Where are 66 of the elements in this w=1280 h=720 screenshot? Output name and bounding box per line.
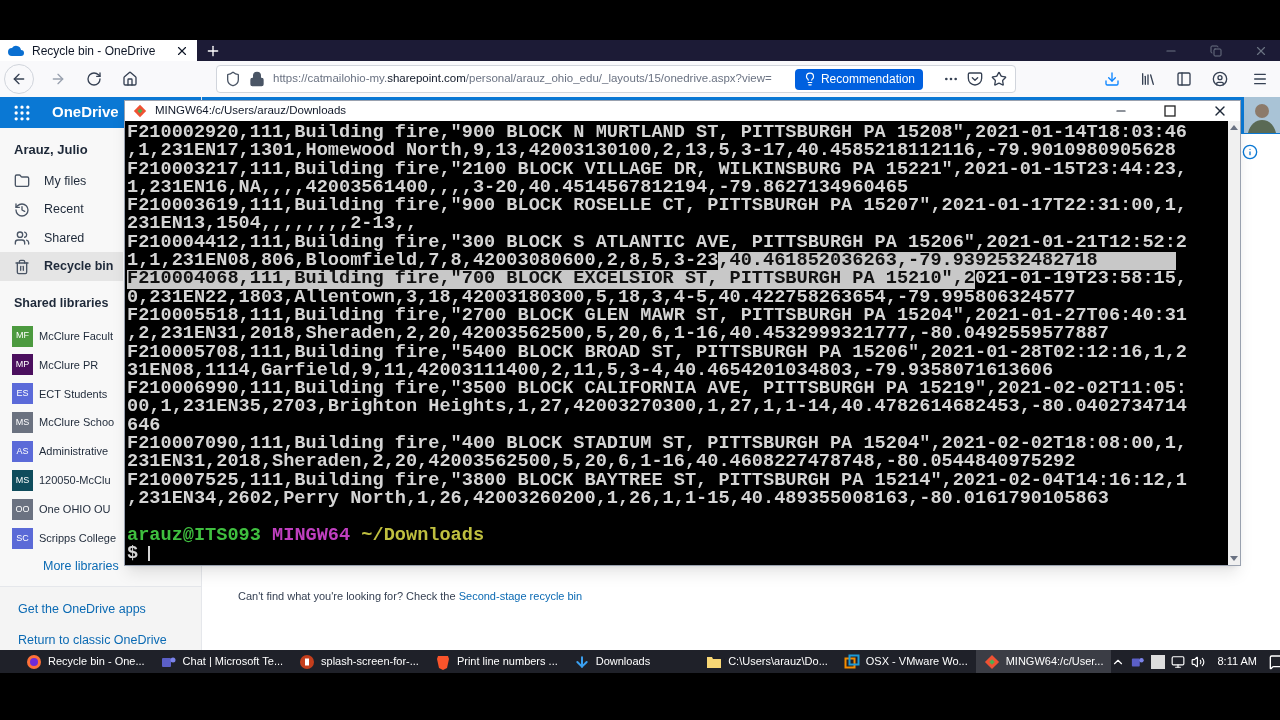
taskbar-button[interactable]: Chat | Microsoft Te... — [152, 650, 292, 673]
terminal-text: 1,1,231EN08,806,Bloomfield,7,8,42003080600,2,8,5,3-23 — [127, 252, 719, 271]
library-badge: MF — [12, 325, 33, 347]
library-badge: MS — [12, 470, 33, 491]
taskbar-button[interactable]: C:\Users\arauz\Do... — [698, 650, 836, 673]
terminal-text: 646 — [127, 416, 161, 436]
terminal-text: 231EN13,1504,,,,,,,,2-13,, — [127, 215, 418, 234]
library-item[interactable]: MP McClure PR — [0, 350, 99, 380]
classic-link[interactable]: Return to classic OneDrive — [18, 631, 183, 650]
terminal-text: F210007090,111,Building fire,"400 BLOCK STADIUM ST, PITTSBURGH PA 15204",2021-02-02T18:08:00,1, — [127, 435, 1188, 454]
terminal-text: 021-01-19T23:58:15, — [975, 270, 1188, 289]
library-badge: AS — [12, 441, 33, 463]
terminal-text: F210004412,111,Building fire,"300 BLOCK S ATLANTIC AVE, PITTSBURGH PA 15206",2021-01-21T12:52:2 — [127, 233, 1188, 253]
library-item[interactable]: ES ECT Students — [0, 379, 108, 409]
nav-item[interactable]: Shared — [0, 223, 123, 253]
taskbar-button[interactable]: Recycle bin - One... — [18, 650, 153, 673]
taskbar-button[interactable]: OSX - VMware Wo... — [835, 650, 976, 673]
empty-message: Can't find what you're looking for? Check the Second-stage recycle bin — [237, 588, 584, 604]
terminal-text: 231EN31,2018,Sheraden,2,20,42003562500,5,20,6,1-16,40.4608227478748,-80.0544840975292 — [127, 453, 1076, 472]
terminal-text: F210005518,111,Building fire,"2700 BLOCK GLEN MAWR ST, PITTSBURGH PA 15204",2021-01-27T06:40:31 — [127, 306, 1188, 326]
terminal-text: ,231EN34,2602,Perry North,1,26,42003260200,1,26,1,1-15,40.489355008163,-80.0161790105863 — [127, 489, 1109, 509]
library-item[interactable]: MS McClure Schoo — [0, 408, 115, 438]
terminal-text: 0,231EN22,1803,Allentown,3,18,42003180300,5,18,3,4-5,40.422758263654,-79.995806324577 — [127, 288, 1076, 307]
library-item[interactable]: MS 120050-McClu — [0, 466, 111, 495]
get-apps-link[interactable]: Get the OneDrive apps — [18, 599, 183, 619]
library-badge: MP — [12, 354, 33, 376]
app-name: OneDrive — [52, 102, 119, 123]
terminal-text: 31EN08,1114,Garfield,9,11,42003111400,2,11,5,3-4,40.4654201034803,-79.9358071613606 — [127, 361, 1054, 381]
prompt-shell: MINGW64 — [272, 526, 351, 545]
recommendation-button[interactable]: Recommendation — [794, 68, 923, 90]
prompt-user: arauz@ITS093 — [127, 526, 261, 545]
library-item[interactable]: OO One OHIO OU — [0, 494, 111, 524]
terminal-text: F210003619,111,Building fire,"900 BLOCK ROSELLE CT, PITTSBURGH PA 15207",2021-01-17T22:31:00,1, — [127, 197, 1188, 216]
taskbar-button[interactable]: Downloads — [565, 650, 659, 673]
second-stage-link[interactable]: Second-stage recycle bin — [458, 589, 583, 602]
prompt-symbol: $ — [127, 544, 139, 564]
library-badge: SC — [12, 527, 33, 549]
terminal-text: ,2,231EN31,2018,Sheraden,2,20,42003562500,5,20,6,1-16,40.4532999321777,-80.0492559577887 — [127, 325, 1109, 344]
library-item[interactable]: MF McClure Facult — [0, 321, 113, 351]
nav-item[interactable]: Recent — [0, 195, 123, 224]
terminal-text: 1,231EN16,NA,,,,42003561400,,,,3-20,40.4514567812194,-79.8627134960465 — [127, 178, 909, 198]
taskbar-button[interactable]: Print line numbers ... — [426, 650, 566, 673]
taskbar-button[interactable]: splash-screen-for-... — [291, 650, 427, 673]
nav-item[interactable]: Recycle bin — [0, 252, 123, 281]
terminal-text: ,40.461852036263,-79.9392532482718 — [718, 252, 1176, 271]
library-badge: ES — [12, 383, 33, 405]
terminal-text: 00,1,231EN35,2703,Brighton Heights,1,27,42003270300,1,27,1,1-14,40.4782614682453,-80.0402734714 — [127, 398, 1188, 417]
terminal-text: ,1,231EN17,1301,Homewood North,9,13,42003130100,2,13,5,3-17,40.4585218112116,-79.9010980905628 — [127, 142, 1176, 161]
terminal-text: F210003217,111,Building fire,"2100 BLOCK VILLAGE DR, WILKINSBURG PA 15221",2021-01-15T23:44:23, — [127, 160, 1188, 179]
clock[interactable]: 8:11 AM — [1217, 653, 1258, 670]
terminal-text: F210007525,111,Building fire,"3800 BLOCK BAYTREE ST, PITTSBURGH PA 15214",2021-02-04T14:16:12,1 — [127, 471, 1188, 490]
terminal-text: F210004068,111,Building fire,"700 BLOCK EXCELSIOR ST, PITTSBURGH PA 15210",2 — [127, 270, 975, 289]
terminal-text: F210002920,111,Building fire,"900 BLOCK N MURTLAND ST, PITTSBURGH PA 15208",2021-01-14T18:03:46 — [127, 124, 1188, 143]
tab-title: Recycle bin - OneDrive — [32, 42, 157, 60]
address-bar[interactable]: https://catmailohio-my.sharepoint.com/personal/arauz_ohio_edu/_layouts/15/onedrive.aspx?view= Recommendation — [216, 65, 1016, 93]
nav-item[interactable]: My files — [0, 166, 123, 196]
library-item[interactable]: SC Scripps College — [0, 523, 117, 553]
url-text: https://catmailohio-my.sharepoint.com/personal/arauz_ohio_edu/_layouts/15/onedrive.aspx?view= — [273, 71, 772, 87]
window-title: MINGW64:/c/Users/arauz/Downloads — [155, 103, 347, 119]
library-badge: MS — [12, 412, 33, 434]
browser-tab[interactable]: Recycle bin - OneDrive — [0, 40, 197, 61]
taskbar-button[interactable]: MINGW64:/c/User... — [975, 650, 1112, 673]
terminal-text: F210005708,111,Building fire,"5400 BLOCK BROAD ST, PITTSBURGH PA 15206",2021-01-28T02:12:16,1,2 — [127, 343, 1188, 362]
library-badge: OO — [12, 498, 33, 520]
prompt-path: ~/Downloads — [361, 526, 485, 545]
library-item[interactable]: AS Administrative — [0, 437, 109, 467]
